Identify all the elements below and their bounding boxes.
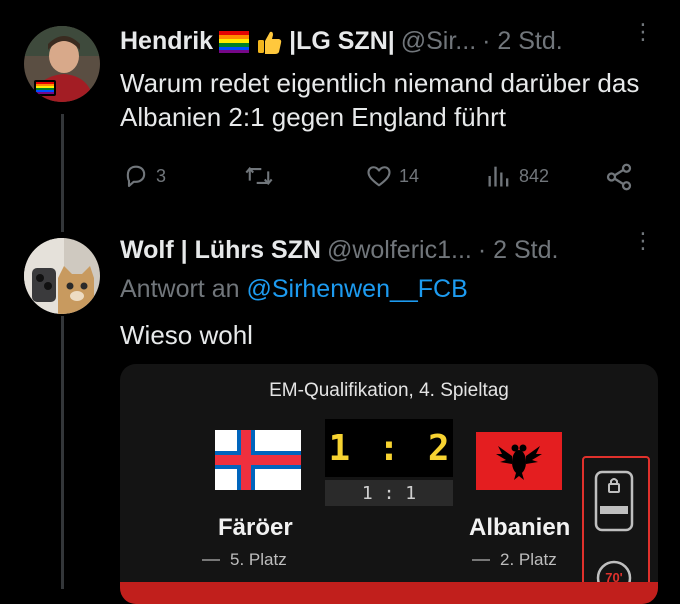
score-home: 1: [328, 427, 351, 469]
tweet1-handle[interactable]: @Sir...: [401, 27, 476, 56]
tweet2-header: Wolf | Lührs SZN @wolferic1... · 2 Std.: [120, 236, 558, 265]
faroe-flag-icon: [215, 430, 301, 490]
tweet1-author-name[interactable]: Hendrik: [120, 27, 213, 56]
card-title: EM-Qualifikation, 4. Spieltag: [269, 380, 509, 401]
avatar-hendrik-image: [24, 26, 100, 102]
tweet2-handle[interactable]: @wolferic1...: [327, 236, 472, 265]
away-team-place: 2. Platz: [472, 550, 557, 570]
away-team-name: Albanien: [469, 514, 571, 541]
home-team-name: Färöer: [218, 514, 293, 541]
thumbs-up-icon: [255, 28, 283, 56]
reply-prefix: Antwort an: [120, 275, 240, 303]
tweet2-text: Wieso wohl: [120, 320, 253, 350]
retweet-button[interactable]: [244, 162, 274, 190]
tweet1-more-icon[interactable]: ⋮: [632, 21, 654, 43]
rainbow-flag-icon: [219, 30, 250, 53]
reply-icon: [126, 165, 146, 187]
reply-button[interactable]: 3: [122, 162, 166, 190]
heart-icon: [367, 166, 391, 187]
albania-flag-icon: [476, 432, 562, 492]
tweet1-text: Warum redet eigentlich niemand darüber d…: [120, 68, 640, 132]
home-place-text: 5. Platz: [230, 550, 287, 569]
score-display: 1 : 2: [325, 419, 453, 477]
views-button[interactable]: 842: [485, 162, 549, 190]
card-bottom-bar: [120, 582, 658, 604]
reply-to-link[interactable]: @Sirhenwen__FCB: [246, 275, 467, 303]
thread-line-1: [61, 114, 64, 232]
home-place-dash: [202, 559, 220, 561]
tweet1-time[interactable]: · 2 Std.: [482, 27, 563, 56]
avatar-wolf[interactable]: [24, 238, 100, 314]
away-place-dash: [472, 559, 490, 561]
tweet2-author-name[interactable]: Wolf | Lührs SZN: [120, 236, 321, 265]
thread-line-2: [61, 316, 64, 589]
home-team-place: 5. Platz: [202, 550, 287, 570]
views-count: 842: [519, 165, 550, 186]
like-button[interactable]: 14: [365, 162, 419, 190]
tweet2-more-icon[interactable]: ⋮: [632, 230, 654, 252]
tweet1-header: Hendrik |LG SZN| @Sir... · 2 Std.: [120, 27, 563, 56]
away-place-text: 2. Platz: [500, 550, 557, 569]
share-icon: [606, 163, 632, 191]
halftime-score: 1 : 1: [325, 480, 453, 506]
reply-count: 3: [156, 165, 167, 186]
tweet2-reply-context: Antwort an @Sirhenwen__FCB: [120, 275, 468, 304]
tweet2-time[interactable]: · 2 Std.: [478, 236, 559, 265]
like-count: 14: [399, 165, 420, 186]
retweet-icon: [245, 166, 273, 186]
avatar-hendrik[interactable]: [24, 26, 100, 102]
avatar-wolf-image: [24, 238, 100, 314]
score-separator: :: [378, 427, 400, 469]
match-card-image[interactable]: EM-Qualifikation, 4. Spieltag 1 : 2 1 : …: [120, 364, 658, 604]
views-chart-icon: [488, 166, 509, 187]
tweet1-author-suffix[interactable]: |LG SZN|: [289, 27, 395, 56]
share-button[interactable]: [604, 162, 634, 192]
score-away: 2: [427, 427, 450, 469]
